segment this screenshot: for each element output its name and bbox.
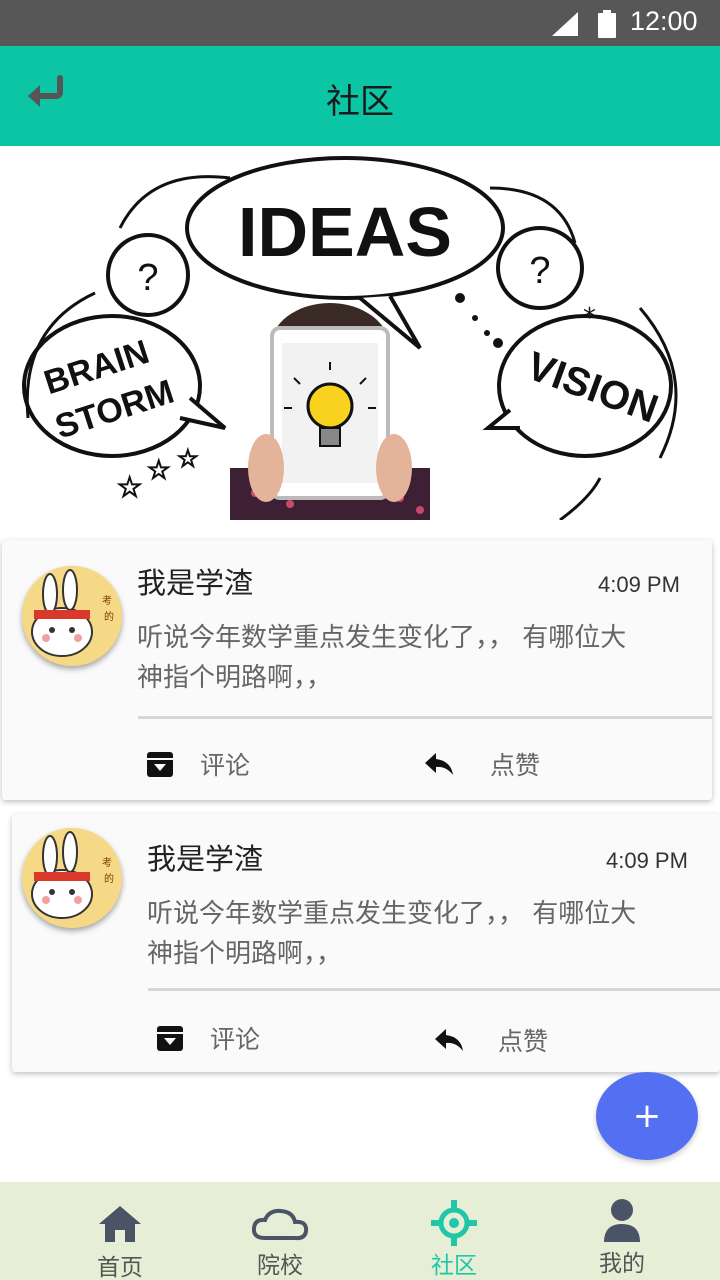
nav-label: 院校: [257, 1253, 303, 1279]
post-content-line: 听说今年数学重点发生变化了，， 有哪位大: [147, 899, 637, 929]
reply-arrow-icon: [425, 753, 453, 775]
svg-text:★: ★: [148, 456, 170, 484]
divider: [138, 716, 712, 719]
avatar[interactable]: 考 的: [22, 566, 122, 666]
svg-text:?: ?: [137, 257, 158, 299]
comment-label: 评论: [210, 1025, 261, 1054]
status-time: 12:00: [630, 6, 698, 36]
svg-text:考: 考: [102, 857, 112, 869]
svg-text:的: 的: [104, 872, 114, 885]
comment-label: 评论: [200, 751, 251, 780]
svg-text:考: 考: [102, 595, 112, 607]
like-label: 点赞: [490, 751, 541, 780]
banner-image: IDEAS ? ? BRAIN STORM VISION ★ ★ ★ *: [0, 148, 720, 520]
comment-button[interactable]: 评论: [146, 746, 250, 782]
divider: [148, 988, 720, 991]
ideas-illustration: IDEAS ? ? BRAIN STORM VISION ★ ★ ★ *: [22, 156, 678, 520]
rabbit-avatar-icon: 考 的: [22, 566, 122, 666]
post-content-line: 神指个明路啊，，: [147, 939, 343, 969]
archive-icon: [157, 1026, 183, 1051]
post-card[interactable]: 考 的 我是学渣 4:09 PM 听说今年数学重点发生变化了，， 有哪位大 神指…: [2, 540, 712, 800]
like-label: 点赞: [498, 1027, 549, 1056]
svg-text:★: ★: [178, 447, 198, 472]
signal-icon: [552, 12, 578, 36]
crosshair-icon: [431, 1200, 477, 1246]
cloud-icon: [251, 1208, 309, 1241]
post-card[interactable]: 考 的 我是学渣 4:09 PM 听说今年数学重点发生变化了，， 有哪位大 神指…: [12, 814, 720, 1072]
battery-icon: [598, 10, 616, 38]
bottom-nav: 首页 院校 社区 我的: [0, 1182, 720, 1280]
page-title: 社区: [326, 82, 394, 122]
post-time: 4:09 PM: [606, 848, 688, 873]
add-post-button[interactable]: +: [596, 1072, 698, 1160]
nav-label: 社区: [431, 1253, 477, 1279]
nav-item-profile[interactable]: 我的: [542, 1182, 702, 1280]
post-content[interactable]: 听说今年数学重点发生变化了，， 有哪位大 神指个明路啊，，: [137, 618, 697, 698]
like-button[interactable]: 点赞: [434, 1022, 548, 1058]
post-content-line: 神指个明路啊，，: [137, 663, 333, 693]
post-content[interactable]: 听说今年数学重点发生变化了，， 有哪位大 神指个明路啊，，: [147, 894, 707, 974]
like-button[interactable]: 点赞: [424, 746, 540, 782]
post-content-line: 听说今年数学重点发生变化了，， 有哪位大: [137, 623, 627, 653]
status-bar: 12:00: [0, 0, 720, 46]
avatar[interactable]: 考 的: [22, 828, 122, 928]
rabbit-avatar-icon: 考 的: [22, 828, 122, 928]
svg-text:*: *: [583, 303, 596, 333]
nav-item-schools[interactable]: 院校: [200, 1182, 360, 1280]
svg-text:的: 的: [104, 610, 114, 623]
svg-text:?: ?: [529, 250, 550, 292]
nav-item-home[interactable]: 首页: [40, 1182, 200, 1280]
reply-arrow-icon: [435, 1029, 463, 1051]
ideas-word: IDEAS: [238, 193, 452, 271]
nav-item-community[interactable]: 社区: [374, 1182, 534, 1280]
nav-label: 首页: [97, 1255, 143, 1280]
nav-label: 我的: [599, 1251, 645, 1277]
svg-text:★: ★: [118, 473, 141, 503]
post-author[interactable]: 我是学渣: [147, 836, 263, 878]
home-icon: [99, 1206, 141, 1242]
post-time: 4:09 PM: [598, 572, 680, 597]
archive-icon: [147, 752, 173, 777]
comment-button[interactable]: 评论: [156, 1020, 260, 1056]
post-author[interactable]: 我是学渣: [137, 560, 253, 602]
app-bar: 社区: [0, 46, 720, 146]
person-icon: [604, 1199, 640, 1242]
